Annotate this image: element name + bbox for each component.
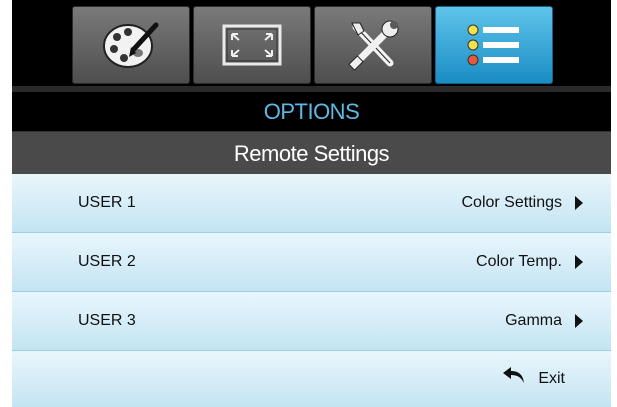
- settings-list: USER 1 Color Settings USER 2 Color Temp.…: [12, 174, 611, 407]
- row-value: Color Temp.: [476, 253, 562, 270]
- tab-display-settings[interactable]: [193, 6, 311, 84]
- row-label: USER 2: [78, 253, 136, 270]
- exit-button[interactable]: Exit: [12, 351, 611, 407]
- screen-resize-icon: [222, 24, 282, 66]
- tab-options[interactable]: [435, 6, 553, 84]
- options-list-icon: [467, 24, 519, 66]
- chevron-right-icon: [575, 255, 583, 269]
- tab-image-settings[interactable]: [72, 6, 190, 84]
- menu-title: OPTIONS: [263, 98, 360, 124]
- tab-setup[interactable]: [314, 6, 432, 84]
- list-item-user-1[interactable]: USER 1 Color Settings: [12, 174, 611, 233]
- list-item-user-3[interactable]: USER 3 Gamma: [12, 292, 611, 351]
- row-label: USER 1: [78, 194, 136, 211]
- chevron-right-icon: [575, 314, 583, 328]
- list-item-user-2[interactable]: USER 2 Color Temp.: [12, 233, 611, 292]
- tools-icon: [348, 20, 399, 71]
- row-value: Gamma: [505, 312, 562, 329]
- row-value: Color Settings: [461, 194, 563, 211]
- menu-tab-bar: [12, 0, 611, 92]
- chevron-right-icon: [575, 196, 583, 210]
- row-label: USER 3: [78, 312, 136, 329]
- palette-icon: [103, 22, 159, 68]
- osd-menu: OPTIONS Remote Settings USER 1 Color Set…: [12, 0, 611, 407]
- exit-label: Exit: [538, 370, 565, 387]
- menu-title-bar: OPTIONS: [12, 92, 611, 131]
- submenu-title: Remote Settings: [233, 140, 390, 166]
- submenu-title-bar: Remote Settings: [12, 131, 611, 175]
- return-arrow-icon: [503, 367, 524, 383]
